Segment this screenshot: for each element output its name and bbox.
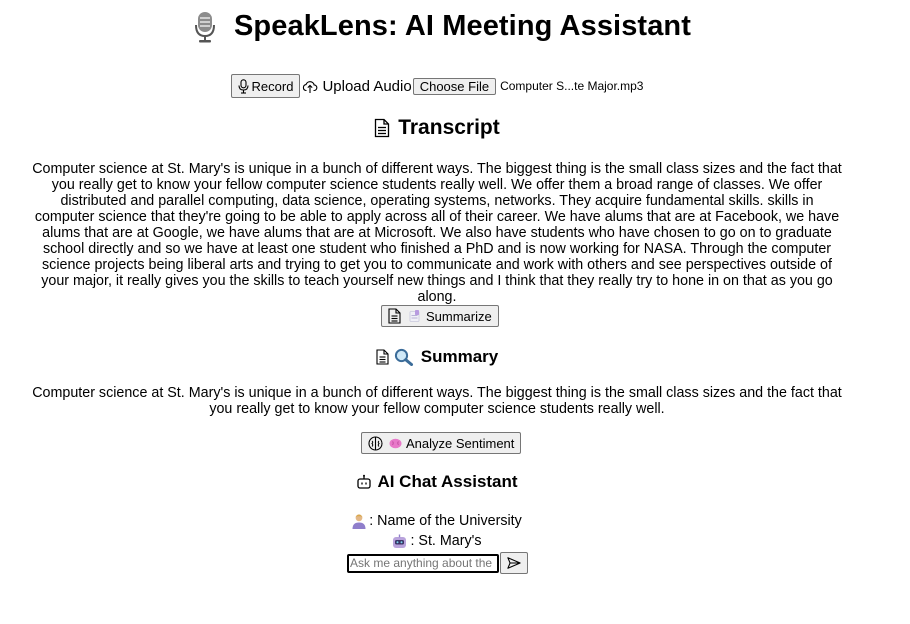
upload-audio-label[interactable]: Upload Audio [302, 77, 412, 95]
microphone-outline-icon [237, 78, 249, 94]
summary-heading: Summary [0, 347, 874, 367]
transcript-title: Transcript [398, 116, 500, 139]
chat-input-row [347, 552, 528, 574]
transcript-text: Computer science at St. Mary's is unique… [32, 161, 842, 305]
summary-title: Summary [420, 347, 499, 366]
microphone-icon [194, 11, 215, 42]
record-label: Record [251, 78, 294, 94]
user-icon [352, 514, 366, 529]
app-title: SpeakLens: AI Meeting Assistant [233, 10, 691, 42]
send-icon [507, 557, 521, 569]
document-icon [376, 349, 389, 365]
magnifying-glass-icon [394, 348, 413, 366]
robot-icon [393, 534, 407, 548]
upload-audio-text: Upload Audio [322, 77, 412, 95]
analyze-sentiment-label: Analyze Sentiment [406, 435, 515, 451]
cloud-upload-icon [303, 81, 318, 93]
summarize-label: Summarize [426, 308, 492, 324]
analyze-sentiment-button[interactable]: Analyze Sentiment [361, 432, 522, 454]
chat-message-text: : St. Mary's [410, 533, 482, 549]
document-icon [375, 118, 390, 138]
selected-file-name: Computer S...te Major.mp3 [500, 79, 644, 93]
summarize-button[interactable]: Summarize [381, 305, 499, 327]
memo-icon [409, 310, 420, 322]
app-header: SpeakLens: AI Meeting Assistant [0, 10, 885, 43]
chat-message-assistant: : St. Mary's [0, 533, 874, 549]
document-icon [388, 308, 401, 324]
record-button[interactable]: Record [230, 74, 301, 98]
brain-icon [389, 438, 402, 448]
summary-text: Computer science at St. Mary's is unique… [32, 385, 842, 417]
robot-outline-icon [357, 474, 372, 489]
audio-input-row: Record Upload Audio Choose File Computer… [0, 74, 874, 98]
chat-message-text: : Name of the University [369, 513, 522, 529]
chat-input[interactable] [347, 553, 499, 573]
chat-heading: AI Chat Assistant [0, 472, 874, 492]
brain-outline-icon [368, 435, 383, 451]
transcript-heading: Transcript [0, 116, 874, 140]
choose-file-button[interactable]: Choose File [412, 77, 497, 95]
send-button[interactable] [500, 552, 528, 574]
chat-title: AI Chat Assistant [377, 472, 518, 491]
chat-message-user: : Name of the University [0, 513, 874, 529]
